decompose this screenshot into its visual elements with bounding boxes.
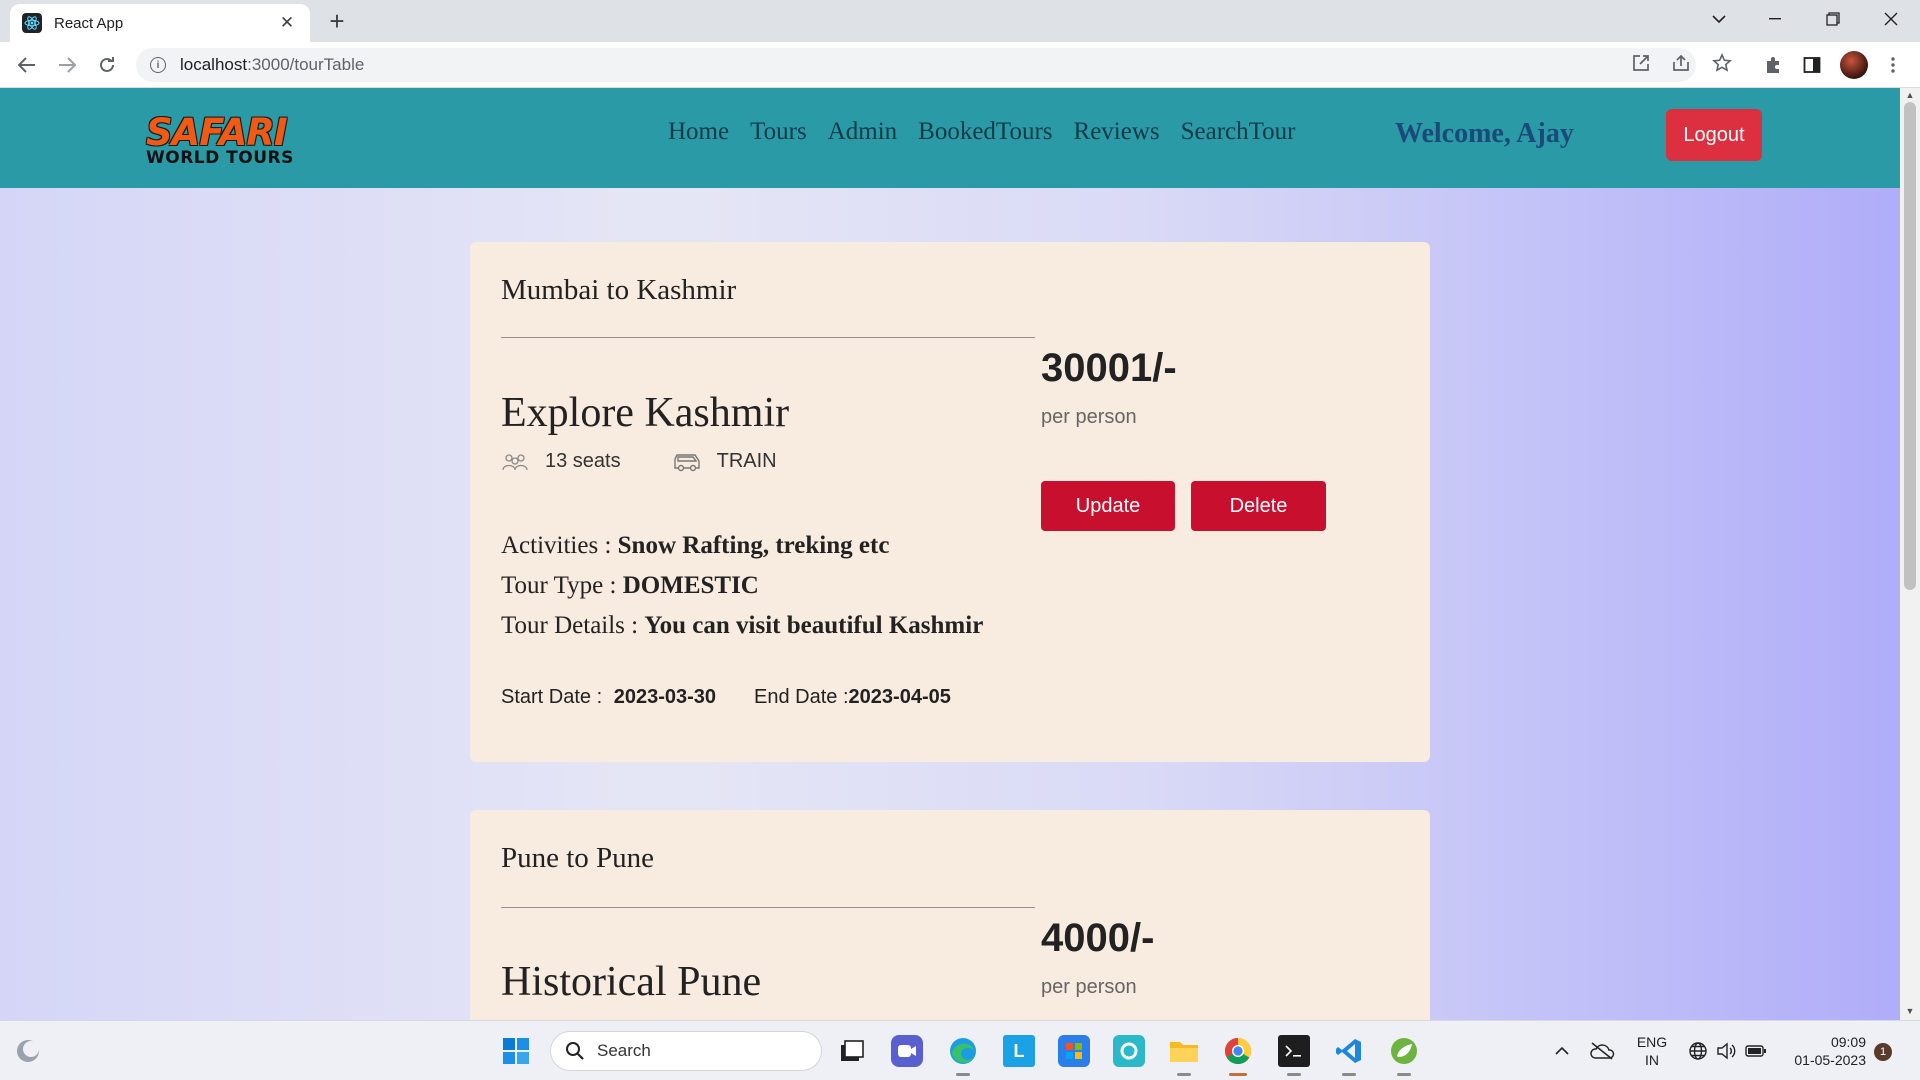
update-button[interactable]: Update bbox=[1041, 481, 1175, 531]
share-icon[interactable] bbox=[1668, 50, 1694, 76]
reload-icon[interactable] bbox=[92, 50, 122, 80]
nav-link-booked-tours[interactable]: BookedTours bbox=[918, 118, 1052, 146]
running-app-indicator bbox=[1342, 1073, 1356, 1076]
extensions-puzzle-icon[interactable] bbox=[1760, 52, 1786, 78]
safari-world-tours-logo[interactable]: SAFARI WORLD TOURS bbox=[146, 114, 320, 167]
url-text: localhost:3000/tourTable bbox=[180, 55, 365, 74]
nav-link-search-tour[interactable]: SearchTour bbox=[1181, 118, 1296, 146]
running-app-indicator bbox=[1287, 1073, 1301, 1076]
clock-time: 09:09 bbox=[1830, 1034, 1866, 1050]
start-date: 2023-03-30 bbox=[613, 686, 717, 708]
cortana-icon[interactable] bbox=[1113, 1035, 1145, 1067]
scroll-down-icon[interactable]: ▼ bbox=[1904, 1006, 1916, 1018]
tour-name: Historical Pune bbox=[501, 959, 762, 1005]
clock-date: 01-05-2023 bbox=[1794, 1052, 1866, 1068]
file-explorer-icon[interactable] bbox=[1168, 1035, 1200, 1067]
tour-activities: Activities : Snow Rafting, treking etc bbox=[501, 532, 890, 559]
search-icon bbox=[566, 1042, 584, 1060]
tour-meta-row: 13 seats TRAIN bbox=[501, 450, 777, 473]
page-scrollbar[interactable]: ▲ ▼ bbox=[1900, 88, 1920, 1020]
nav-links: Home Tours Admin BookedTours Reviews Sea… bbox=[668, 118, 1296, 146]
tour-details: Tour Details : You can visit beautiful K… bbox=[501, 612, 984, 639]
react-favicon-icon bbox=[22, 13, 42, 33]
edge-browser-icon[interactable] bbox=[947, 1035, 979, 1067]
notification-badge[interactable]: 1 bbox=[1874, 1043, 1892, 1061]
terminal-icon[interactable] bbox=[1278, 1035, 1310, 1067]
running-app-indicator bbox=[1397, 1073, 1411, 1076]
delete-button[interactable]: Delete bbox=[1191, 481, 1326, 531]
new-tab-button[interactable]: + bbox=[322, 6, 352, 36]
scroll-up-icon[interactable]: ▲ bbox=[1904, 90, 1916, 102]
tour-type: Tour Type : DOMESTIC bbox=[501, 572, 759, 599]
tour-dates: Start Date : 2023-03-30 End Date : 2023-… bbox=[501, 686, 951, 709]
tab-search-chevron-icon[interactable] bbox=[1694, 0, 1744, 38]
show-hidden-icons-chevron-icon[interactable] bbox=[1546, 1035, 1578, 1067]
bus-icon bbox=[673, 451, 701, 473]
browser-tab-strip: React App ✕ + bbox=[0, 0, 1920, 42]
page-viewport: SAFARI WORLD TOURS Home Tours Admin Book… bbox=[0, 88, 1900, 1020]
back-arrow-icon[interactable] bbox=[12, 50, 42, 80]
tour-price: 30001/- bbox=[1041, 346, 1177, 390]
card-divider bbox=[501, 907, 1035, 908]
tour-route: Pune to Pune bbox=[501, 842, 655, 874]
restore-button[interactable] bbox=[1808, 0, 1858, 38]
minimize-button[interactable] bbox=[1750, 0, 1800, 38]
nav-link-reviews[interactable]: Reviews bbox=[1074, 118, 1160, 146]
windows-taskbar: Search L ENG IN 09:09 01-05-2023 1 bbox=[0, 1020, 1920, 1080]
browser-toolbar: i localhost:3000/tourTable bbox=[0, 42, 1920, 88]
vscode-icon[interactable] bbox=[1333, 1035, 1365, 1067]
card-divider bbox=[501, 337, 1035, 338]
clock[interactable]: 09:09 01-05-2023 bbox=[1776, 1033, 1866, 1069]
people-icon bbox=[501, 451, 529, 473]
tab-title: React App bbox=[54, 14, 124, 32]
site-info-icon[interactable]: i bbox=[150, 57, 166, 73]
open-in-app-icon[interactable] bbox=[1628, 50, 1654, 76]
volume-icon[interactable] bbox=[1710, 1035, 1742, 1067]
chrome-menu-icon[interactable] bbox=[1880, 52, 1906, 78]
nav-link-tours[interactable]: Tours bbox=[750, 118, 807, 146]
forward-arrow-icon[interactable] bbox=[52, 50, 82, 80]
windows-start-icon[interactable] bbox=[500, 1035, 532, 1067]
start-date-label: Start Date : bbox=[501, 686, 608, 708]
welcome-message: Welcome, Ajay bbox=[1395, 118, 1574, 149]
l-app-icon[interactable]: L bbox=[1003, 1035, 1035, 1067]
onedrive-offline-icon[interactable] bbox=[1586, 1035, 1618, 1067]
per-person-label: per person bbox=[1041, 406, 1137, 428]
microsoft-store-icon[interactable] bbox=[1058, 1035, 1090, 1067]
bookmark-star-icon[interactable] bbox=[1709, 50, 1735, 76]
end-date: 2023-04-05 bbox=[848, 686, 951, 708]
tour-transport: TRAIN bbox=[716, 450, 777, 472]
address-bar[interactable]: i localhost:3000/tourTable bbox=[136, 48, 1696, 82]
profile-avatar[interactable] bbox=[1840, 51, 1868, 79]
teams-chat-icon[interactable] bbox=[891, 1035, 923, 1067]
active-app-indicator bbox=[1229, 1073, 1247, 1076]
tour-card: Pune to Pune Historical Pune 4000/- per … bbox=[470, 810, 1430, 1020]
chrome-icon[interactable] bbox=[1222, 1035, 1254, 1067]
tour-price: 4000/- bbox=[1041, 916, 1155, 960]
battery-icon[interactable] bbox=[1740, 1035, 1772, 1067]
taskbar-search[interactable]: Search bbox=[550, 1031, 822, 1071]
tour-card: Mumbai to Kashmir Explore Kashmir 13 sea… bbox=[470, 242, 1430, 762]
end-date-label: End Date : bbox=[754, 686, 849, 708]
browser-tab[interactable]: React App ✕ bbox=[10, 4, 310, 42]
side-panel-icon[interactable] bbox=[1799, 52, 1825, 78]
nav-link-home[interactable]: Home bbox=[668, 118, 729, 146]
widgets-icon[interactable] bbox=[12, 1035, 44, 1067]
spring-tool-icon[interactable] bbox=[1388, 1035, 1420, 1067]
nav-link-admin[interactable]: Admin bbox=[828, 118, 897, 146]
close-window-button[interactable] bbox=[1866, 0, 1916, 38]
tour-seats: 13 seats bbox=[545, 450, 621, 472]
tour-route: Mumbai to Kashmir bbox=[501, 274, 737, 306]
tour-name: Explore Kashmir bbox=[501, 390, 790, 436]
logout-button[interactable]: Logout bbox=[1666, 109, 1762, 161]
task-view-icon[interactable] bbox=[836, 1035, 868, 1067]
running-app-indicator bbox=[1177, 1073, 1191, 1076]
language-indicator[interactable]: ENG IN bbox=[1632, 1033, 1672, 1069]
per-person-label: per person bbox=[1041, 976, 1137, 998]
running-app-indicator bbox=[956, 1073, 970, 1076]
scroll-thumb[interactable] bbox=[1904, 102, 1916, 590]
search-placeholder: Search bbox=[597, 1041, 651, 1060]
tab-close-icon[interactable]: ✕ bbox=[276, 13, 298, 33]
site-navbar: SAFARI WORLD TOURS Home Tours Admin Book… bbox=[0, 88, 1900, 188]
